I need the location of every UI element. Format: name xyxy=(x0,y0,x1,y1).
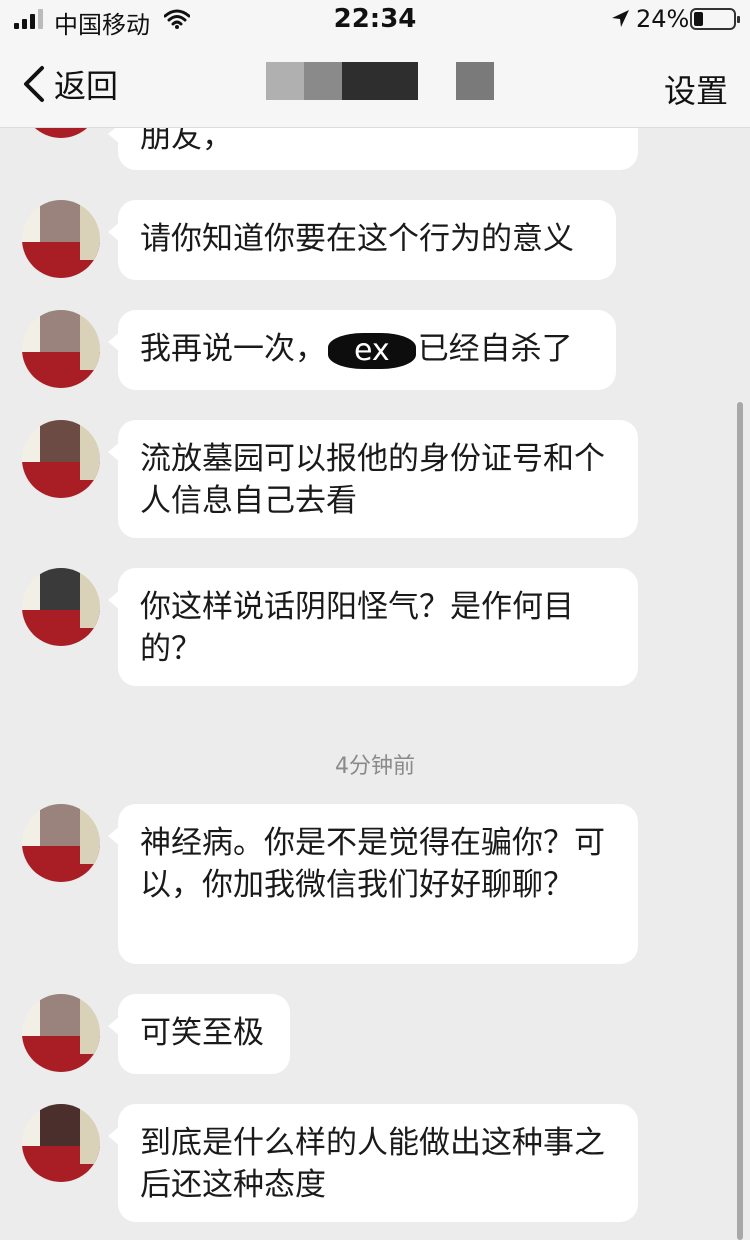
scrollbar[interactable] xyxy=(737,402,743,1240)
avatar[interactable] xyxy=(22,804,100,882)
message-text-after: 已经自杀了 xyxy=(417,331,573,367)
message-text-before: 我再说一次， xyxy=(140,331,326,367)
battery-icon xyxy=(690,8,740,30)
settings-button[interactable]: 设置 xyxy=(664,66,728,112)
avatar[interactable] xyxy=(22,310,100,388)
message-bubble[interactable]: 你这样说话阴阳怪气？是作何目的？ xyxy=(108,568,638,686)
status-bar: 中国移动 22:34 24% xyxy=(0,0,750,42)
message-text: 你这样说话阴阳怪气？是作何目的？ xyxy=(140,589,574,667)
avatar[interactable] xyxy=(22,568,100,646)
battery-percent: 24% xyxy=(636,5,690,33)
nav-bar: 返回 设置 xyxy=(0,42,750,128)
message-bubble[interactable]: 我再说一次， ex 已经自杀了 xyxy=(108,310,616,390)
message-text: 流放墓园可以报他的身份证号和个人信息自己去看 xyxy=(140,441,605,519)
message-bubble[interactable]: 可笑至极 xyxy=(108,994,290,1074)
avatar[interactable] xyxy=(22,1104,100,1182)
message-bubble[interactable]: 神经病。你是不是觉得在骗你？可以，你加我微信我们好好聊聊？ xyxy=(108,804,638,964)
message-bubble[interactable]: 到底是什么样的人能做出这种事之后还这种态度 xyxy=(108,1104,638,1222)
message-text: 请你知道你要在这个行为的意义 xyxy=(140,221,574,257)
avatar[interactable] xyxy=(22,420,100,498)
location-arrow-icon xyxy=(612,10,629,27)
message-text: 到底是什么样的人能做出这种事之后还这种态度 xyxy=(140,1125,605,1203)
message-bubble[interactable]: 请你知道你要在这个行为的意义 xyxy=(108,200,616,280)
message-text: 可笑至极 xyxy=(140,1015,264,1051)
header: 中国移动 22:34 24% 返回 设置 xyxy=(0,0,750,128)
time-divider: 4分钟前 xyxy=(335,754,415,779)
back-button[interactable]: 返回 xyxy=(20,60,118,108)
message-bubble[interactable]: 流放墓园可以报他的身份证号和个人信息自己去看 xyxy=(108,420,638,538)
avatar[interactable] xyxy=(22,994,100,1072)
avatar[interactable] xyxy=(22,200,100,278)
chevron-left-icon xyxy=(24,66,44,102)
battery-level xyxy=(694,12,703,26)
back-label: 返回 xyxy=(54,67,119,105)
message-text: 神经病。你是不是觉得在骗你？可以，你加我微信我们好好聊聊？ xyxy=(140,825,605,903)
redaction-mark: ex xyxy=(328,332,416,369)
chat-title-blurred xyxy=(266,62,496,100)
